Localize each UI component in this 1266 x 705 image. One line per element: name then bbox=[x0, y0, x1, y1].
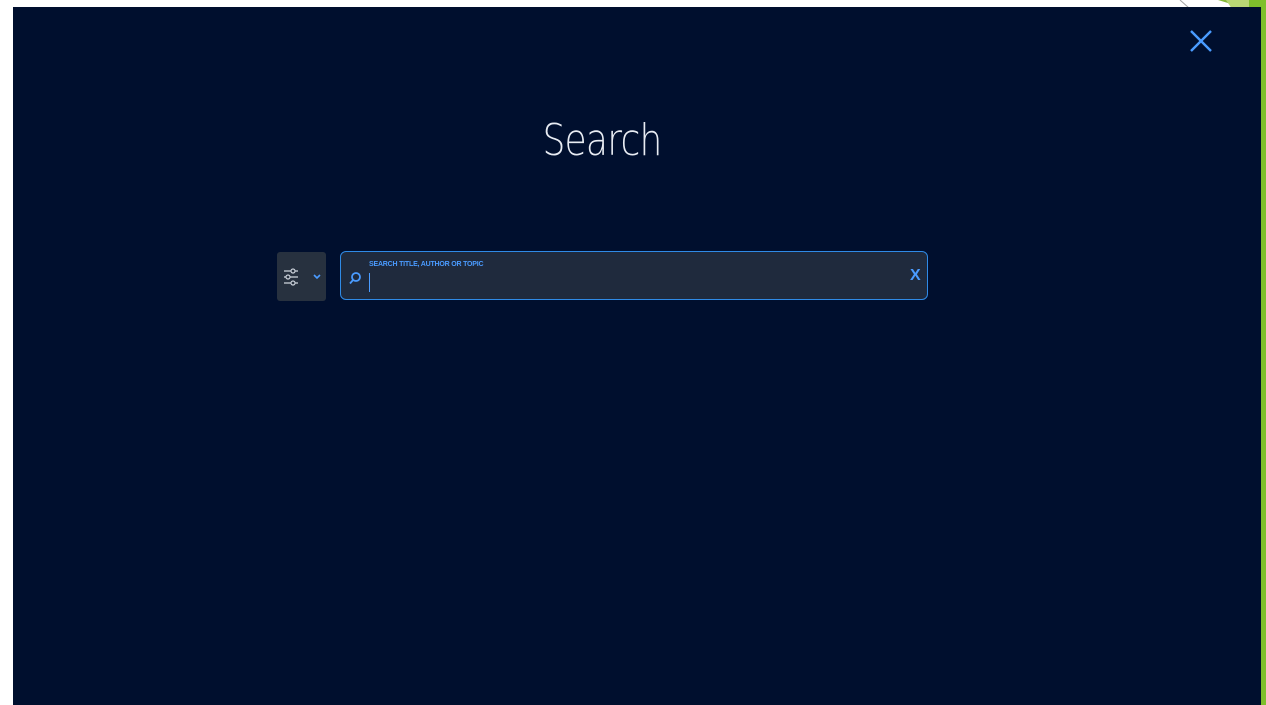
chevron-down-icon bbox=[312, 273, 321, 279]
sliders-icon bbox=[283, 267, 298, 286]
search-overlay: Search SEARCH TITLE, AUTHOR OR TOPIC X bbox=[13, 7, 1261, 705]
text-caret bbox=[369, 273, 370, 292]
search-field-label: SEARCH TITLE, AUTHOR OR TOPIC bbox=[369, 261, 484, 268]
presentation-slide: Search SEARCH TITLE, AUTHOR OR TOPIC X bbox=[0, 0, 1266, 705]
search-input[interactable] bbox=[367, 272, 899, 292]
clear-search-button[interactable]: X bbox=[910, 268, 922, 284]
close-icon[interactable] bbox=[1185, 25, 1217, 57]
search-field[interactable]: SEARCH TITLE, AUTHOR OR TOPIC X bbox=[340, 251, 928, 300]
filter-dropdown-button[interactable] bbox=[277, 252, 326, 301]
page-title: Search bbox=[542, 115, 662, 166]
search-icon bbox=[349, 272, 361, 285]
